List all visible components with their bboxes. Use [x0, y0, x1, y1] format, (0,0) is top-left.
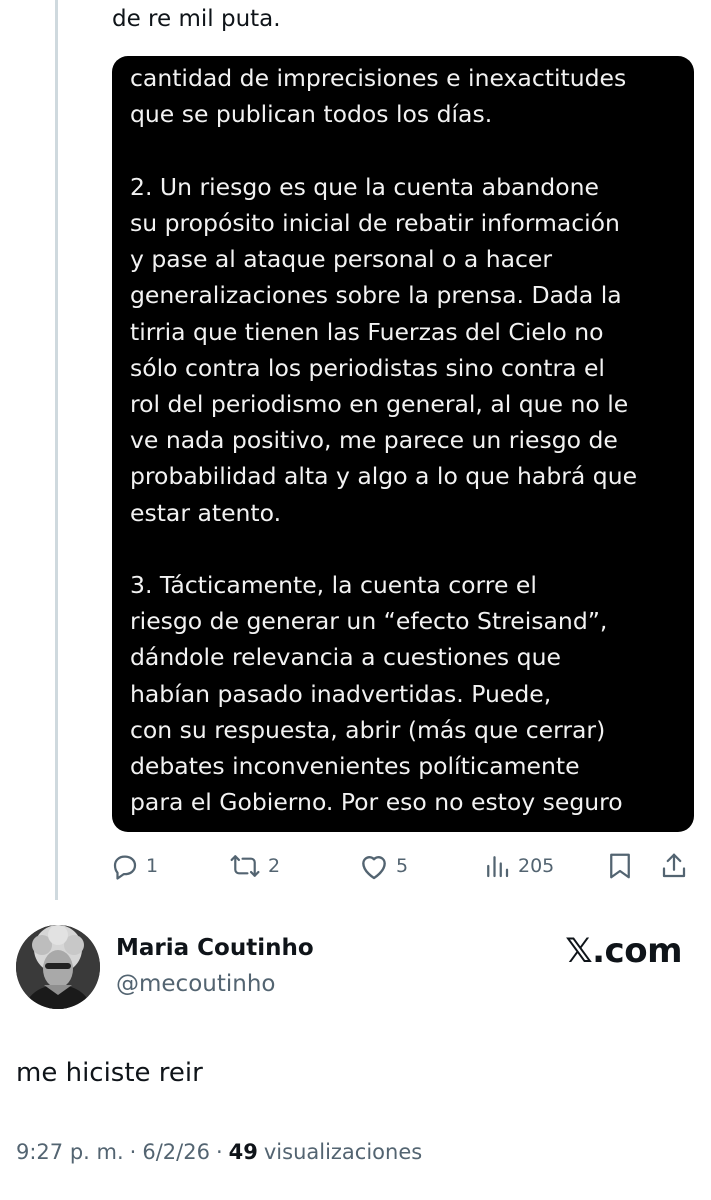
thread-line: [55, 0, 58, 900]
bookmark-icon: [606, 851, 634, 881]
repost-icon: [228, 851, 262, 881]
reply-icon: [110, 851, 140, 881]
tweet-actions: 1 2 5 205: [110, 846, 690, 886]
tweet-text: me hiciste reir: [16, 1058, 203, 1088]
views-label: visualizaciones: [263, 1140, 423, 1164]
like-count: 5: [396, 855, 409, 877]
share-button[interactable]: [660, 846, 688, 886]
reply-text: de re mil puta.: [112, 6, 281, 32]
image-text: los periodistas no se dan cuenta de la c…: [130, 64, 638, 817]
author-name[interactable]: Maria Coutinho: [116, 935, 314, 961]
meta-separator: ·: [129, 1140, 137, 1164]
reply-count: 1: [146, 855, 159, 877]
attached-image[interactable]: los periodistas no se dan cuenta de la c…: [112, 56, 694, 832]
views-number: 49: [228, 1140, 258, 1164]
tweet-time[interactable]: 9:27 p. m.: [16, 1140, 124, 1164]
like-button[interactable]: 5: [358, 846, 408, 886]
heart-icon: [358, 851, 390, 881]
bookmark-button[interactable]: [606, 846, 634, 886]
share-icon: [660, 851, 688, 881]
repost-button[interactable]: 2: [228, 846, 280, 886]
tweet-author: Maria Coutinho @mecoutinho 𝕏.com: [16, 925, 696, 1015]
views-count: 205: [518, 855, 555, 877]
views-button[interactable]: 205: [482, 846, 554, 886]
avatar[interactable]: [16, 925, 100, 1009]
repost-count: 2: [268, 855, 281, 877]
author-handle[interactable]: @mecoutinho: [116, 971, 275, 997]
tweet-meta: 9:27 p. m. · 6/2/26 · 49 visualizaciones: [16, 1140, 422, 1164]
analytics-icon: [482, 851, 512, 881]
meta-separator: ·: [215, 1140, 223, 1164]
tweet-date[interactable]: 6/2/26: [142, 1140, 210, 1164]
x-logo: 𝕏.com: [565, 931, 682, 971]
reply-button[interactable]: 1: [110, 846, 158, 886]
